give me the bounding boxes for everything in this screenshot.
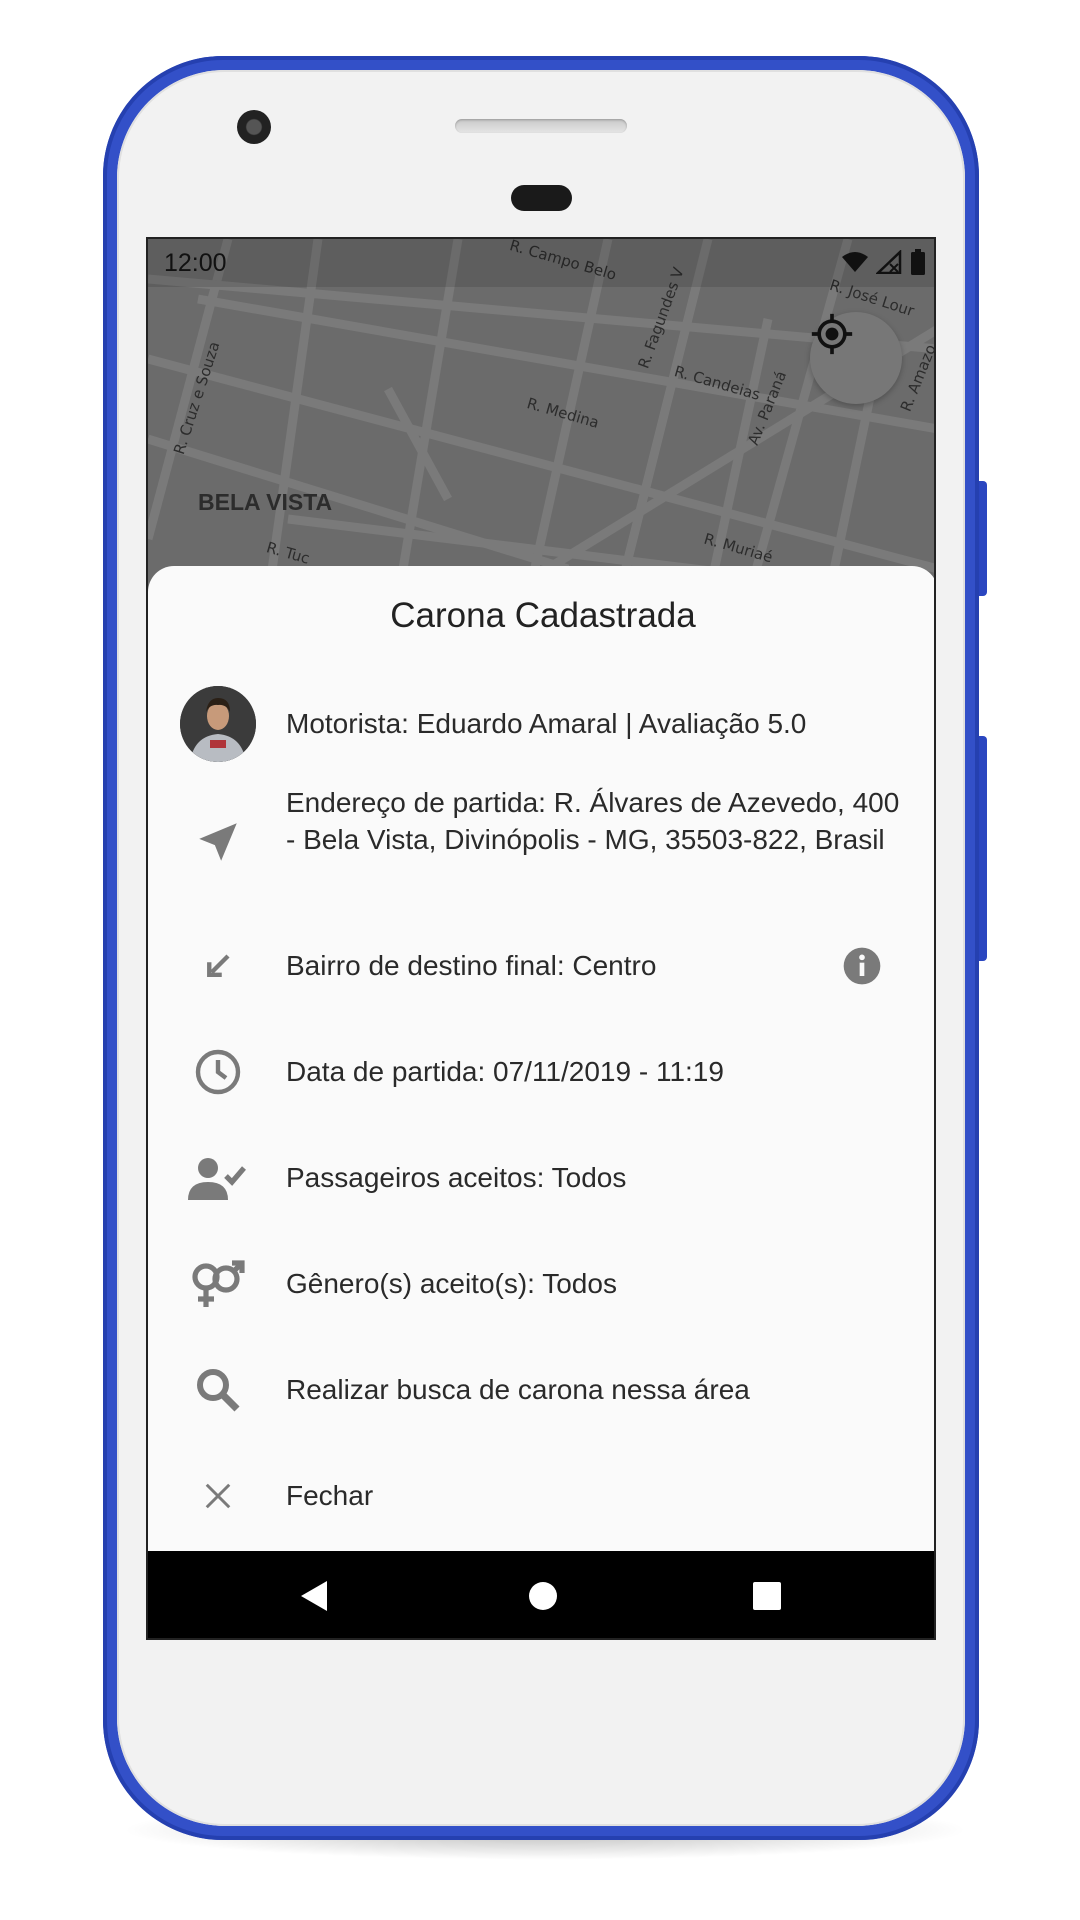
driver-photo xyxy=(180,686,256,762)
home-icon[interactable] xyxy=(527,1580,559,1612)
status-bar: 12:00 xyxy=(148,239,934,287)
person-check-icon xyxy=(188,1158,246,1200)
destination-row: Bairro de destino final: Centro xyxy=(148,926,934,1006)
front-camera xyxy=(237,110,271,144)
proximity-sensor xyxy=(511,185,572,211)
phone-screen: R. Campo Belo R. Fagundes V R. José Lour… xyxy=(146,237,936,1640)
close-label: Fechar xyxy=(286,1480,374,1511)
close-icon xyxy=(205,1483,231,1509)
search-ride-label: Realizar busca de carona nessa área xyxy=(286,1374,750,1405)
neighborhood-label: BELA VISTA xyxy=(198,489,333,515)
gender-icon xyxy=(192,1260,245,1307)
destination-text: Bairro de destino final: Centro xyxy=(286,950,657,981)
genders-text: Gênero(s) aceito(s): Todos xyxy=(286,1268,617,1299)
sheet-title: Carona Cadastrada xyxy=(390,596,696,635)
close-button[interactable]: Fechar xyxy=(148,1456,934,1536)
info-icon[interactable] xyxy=(842,946,882,986)
map-view[interactable]: R. Campo Belo R. Fagundes V R. José Lour… xyxy=(148,239,934,599)
volume-button xyxy=(979,736,987,961)
start-address-row: Endereço de partida: R. Álvares de Azeve… xyxy=(148,784,934,900)
ride-details-sheet: Carona Cadastrada Motorista: Eduardo Ama… xyxy=(148,566,934,1551)
search-ride-button[interactable]: Realizar busca de carona nessa área xyxy=(148,1350,934,1430)
search-icon xyxy=(197,1369,240,1412)
signal-icon xyxy=(876,250,902,274)
back-icon[interactable] xyxy=(299,1579,329,1613)
my-location-button[interactable] xyxy=(810,312,902,404)
status-time: 12:00 xyxy=(164,249,227,277)
passengers-text: Passageiros aceitos: Todos xyxy=(286,1162,627,1193)
navigation-bar xyxy=(148,1551,934,1638)
arrow-down-left-icon xyxy=(207,954,230,977)
status-icons xyxy=(842,249,926,275)
earpiece-speaker xyxy=(455,119,627,133)
power-button xyxy=(979,481,987,596)
wifi-icon xyxy=(842,252,868,272)
driver-text: Motorista: Eduardo Amaral | Avaliação 5.… xyxy=(286,708,807,739)
driver-row: Motorista: Eduardo Amaral | Avaliação 5.… xyxy=(148,684,934,764)
navigation-arrow-icon xyxy=(199,823,237,861)
passengers-row: Passageiros aceitos: Todos xyxy=(148,1138,934,1218)
departure-row: Data de partida: 07/11/2019 - 11:19 xyxy=(148,1032,934,1112)
recents-icon[interactable] xyxy=(751,1580,783,1612)
start-address-text: Endereço de partida: R. Álvares de Azeve… xyxy=(286,787,900,855)
departure-text: Data de partida: 07/11/2019 - 11:19 xyxy=(286,1056,724,1087)
crosshair-icon xyxy=(811,313,853,355)
genders-row: Gênero(s) aceito(s): Todos xyxy=(148,1244,934,1324)
battery-icon xyxy=(911,249,925,275)
driver-avatar xyxy=(180,686,256,762)
clock-icon xyxy=(195,1049,241,1095)
